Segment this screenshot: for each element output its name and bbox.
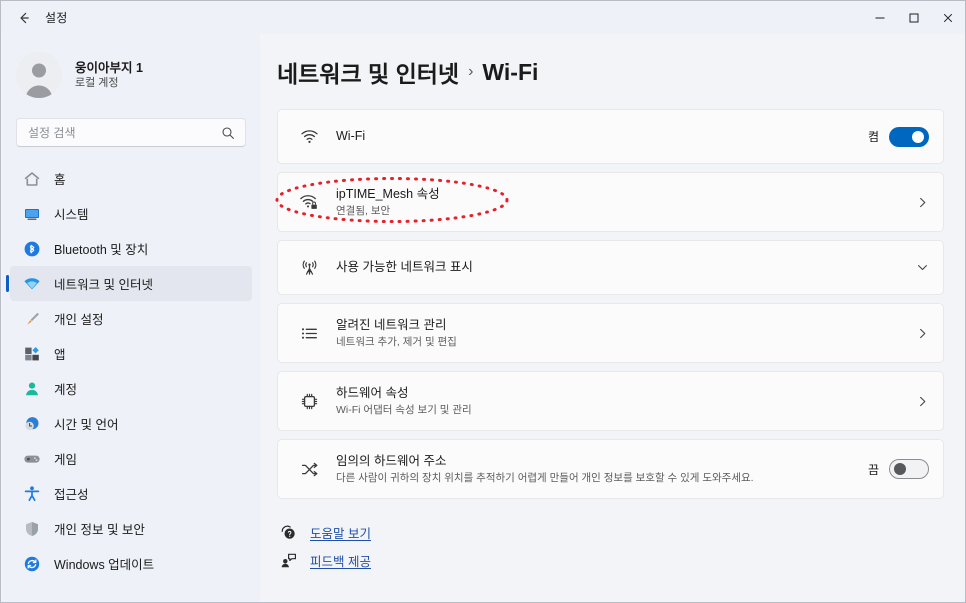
brush-icon (16, 310, 48, 328)
account-person-icon (16, 380, 48, 398)
toggle-knob (894, 463, 906, 475)
wifi-secure-icon (294, 192, 324, 212)
sidebar-item-label: Windows 업데이트 (54, 558, 155, 572)
sidebar-item-personalization[interactable]: 개인 설정 (10, 301, 252, 336)
sidebar-item-label: 시간 및 언어 (54, 418, 119, 432)
settings-card-list: Wi-Fi 켬 ipTIME_Mesh 속성 연결됨, 보안 사용 가능한 네트… (275, 109, 944, 499)
search-input[interactable] (17, 125, 221, 140)
link-label[interactable]: 도움말 보기 (310, 523, 371, 542)
toggle-knob (912, 130, 924, 143)
clock-globe-icon (16, 415, 48, 433)
sidebar-nav: 홈 시스템 Bluetooth 및 장치 네트워크 및 인터넷 개인 설정 앱 … (2, 161, 260, 581)
sidebar-item-accounts[interactable]: 계정 (10, 371, 252, 406)
minimize-button[interactable] (863, 1, 897, 34)
row-title: 사용 가능한 네트워크 표시 (336, 260, 473, 274)
row-subtitle: 연결됨, 보안 (336, 205, 391, 217)
chip-icon (294, 392, 324, 411)
sidebar-item-windows-update[interactable]: Windows 업데이트 (10, 546, 252, 581)
title-bar: 설정 (1, 1, 965, 34)
search-icon (221, 126, 245, 140)
profile-subtitle: 로컬 계정 (75, 76, 119, 89)
sidebar-item-system[interactable]: 시스템 (10, 196, 252, 231)
give-feedback-link[interactable]: 피드백 제공 (277, 546, 965, 574)
wifi-signal-icon (294, 127, 324, 146)
sidebar-item-label: 게임 (54, 453, 78, 467)
sidebar-item-label: 개인 설정 (54, 313, 104, 327)
chevron-right-icon[interactable] (916, 196, 929, 209)
random-address-toggle[interactable] (889, 459, 929, 479)
sidebar-item-gaming[interactable]: 게임 (10, 441, 252, 476)
sidebar-item-accessibility[interactable]: 접근성 (10, 476, 252, 511)
sidebar-item-label: Bluetooth 및 장치 (54, 243, 149, 257)
show-available-networks-row[interactable]: 사용 가능한 네트워크 표시 (277, 240, 944, 295)
close-button[interactable] (931, 1, 965, 34)
sidebar: 웅이아부지 1 로컬 계정 홈 (2, 34, 260, 602)
shield-icon (16, 520, 48, 538)
row-title: 임의의 하드웨어 주소 (336, 454, 447, 468)
sidebar-item-label: 계정 (54, 383, 78, 397)
chevron-right-icon[interactable] (916, 327, 929, 340)
search-box[interactable] (16, 118, 246, 147)
sidebar-item-label: 시스템 (54, 208, 89, 222)
link-label[interactable]: 피드백 제공 (310, 551, 371, 570)
wifi-toggle[interactable] (889, 126, 929, 147)
get-help-link[interactable]: 도움말 보기 (277, 518, 965, 546)
list-icon (294, 324, 324, 343)
sidebar-item-label: 개인 정보 및 보안 (54, 523, 145, 537)
avatar (16, 52, 62, 98)
sidebar-item-label: 네트워크 및 인터넷 (54, 278, 153, 292)
gamepad-icon (16, 450, 48, 468)
profile-name: 웅이아부지 1 (75, 60, 143, 75)
update-refresh-icon (16, 555, 48, 573)
breadcrumb: 네트워크 및 인터넷 › Wi-Fi (277, 55, 965, 89)
back-button[interactable] (7, 5, 41, 31)
help-question-icon (277, 524, 299, 541)
breadcrumb-parent[interactable]: 네트워크 및 인터넷 (277, 55, 459, 89)
apps-icon (16, 345, 48, 363)
row-subtitle: 다른 사람이 귀하의 장치 위치를 추적하기 어렵게 만들어 개인 정보를 보호… (336, 472, 754, 484)
system-monitor-icon (16, 205, 48, 223)
row-title: Wi-Fi (336, 129, 366, 143)
random-address-toggle-state-label: 끔 (867, 462, 879, 477)
shuffle-icon (294, 460, 324, 479)
feedback-person-icon (277, 552, 299, 569)
wifi-toggle-state-label: 켬 (867, 130, 879, 144)
wifi-icon (16, 275, 48, 293)
sidebar-item-network[interactable]: 네트워크 및 인터넷 (6, 266, 252, 301)
sidebar-item-privacy-security[interactable]: 개인 정보 및 보안 (10, 511, 252, 546)
manage-known-networks-row[interactable]: 알려진 네트워크 관리 네트워크 추가, 제거 및 편집 (277, 303, 944, 363)
maximize-button[interactable] (897, 1, 931, 34)
bluetooth-icon (16, 240, 48, 258)
chevron-down-icon[interactable] (916, 261, 929, 274)
app-title: 설정 (45, 11, 68, 25)
breadcrumb-separator: › (468, 63, 474, 80)
wifi-toggle-row[interactable]: Wi-Fi 켬 (277, 109, 944, 164)
footer-links: 도움말 보기 피드백 제공 (277, 518, 965, 574)
sidebar-item-home[interactable]: 홈 (10, 161, 252, 196)
window-controls (863, 1, 965, 34)
sidebar-item-bluetooth[interactable]: Bluetooth 및 장치 (10, 231, 252, 266)
row-subtitle: Wi-Fi 어댑터 속성 보기 및 관리 (336, 404, 472, 416)
network-properties-row[interactable]: ipTIME_Mesh 속성 연결됨, 보안 (275, 172, 944, 232)
accessibility-icon (16, 485, 48, 503)
radio-tower-icon (294, 258, 324, 277)
row-subtitle: 네트워크 추가, 제거 및 편집 (336, 336, 457, 348)
breadcrumb-current: Wi-Fi (482, 58, 539, 85)
row-title: 알려진 네트워크 관리 (336, 318, 447, 332)
main-content: 네트워크 및 인터넷 › Wi-Fi Wi-Fi 켬 ipTIME_Mesh 속… (260, 34, 965, 602)
sidebar-item-label: 앱 (54, 348, 66, 362)
row-title: ipTIME_Mesh 속성 (336, 187, 440, 201)
sidebar-item-time-language[interactable]: 시간 및 언어 (10, 406, 252, 441)
sidebar-item-label: 홈 (54, 173, 66, 187)
row-title: 하드웨어 속성 (336, 386, 409, 400)
settings-window: 설정 웅이아부지 1 로컬 계정 설정 검색 홈 시스템 Bluetooth 및… (0, 0, 966, 603)
chevron-right-icon[interactable] (916, 395, 929, 408)
hardware-properties-row[interactable]: 하드웨어 속성 Wi-Fi 어댑터 속성 보기 및 관리 (277, 371, 944, 431)
user-profile[interactable]: 웅이아부지 1 로컬 계정 (16, 52, 260, 98)
sidebar-item-label: 접근성 (54, 488, 89, 502)
sidebar-item-apps[interactable]: 앱 (10, 336, 252, 371)
random-hardware-address-row[interactable]: 임의의 하드웨어 주소 다른 사람이 귀하의 장치 위치를 추적하기 어렵게 만… (277, 439, 944, 499)
home-icon (16, 170, 48, 188)
